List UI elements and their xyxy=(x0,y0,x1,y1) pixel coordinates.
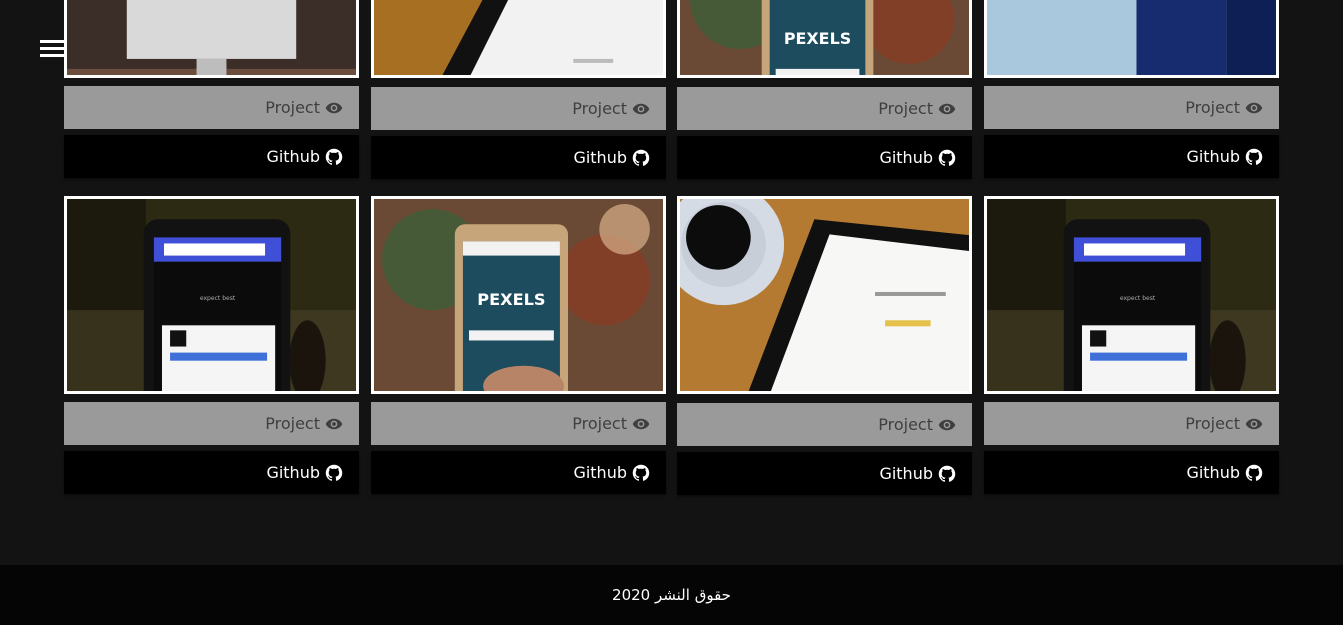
project-label: Project xyxy=(572,414,627,433)
project-thumbnail xyxy=(984,0,1279,78)
github-label: Github xyxy=(266,147,320,166)
project-label: Project xyxy=(1185,414,1240,433)
project-thumbnail xyxy=(64,0,359,78)
project-thumbnail xyxy=(371,196,666,394)
eye-icon xyxy=(632,100,650,118)
github-link-button[interactable]: Github xyxy=(64,135,359,178)
github-label: Github xyxy=(1186,463,1240,482)
menu-toggle-button[interactable] xyxy=(40,40,66,60)
github-icon xyxy=(325,148,343,166)
project-link-button[interactable]: Project xyxy=(677,403,972,446)
project-label: Project xyxy=(878,99,933,118)
project-thumbnail xyxy=(371,0,666,78)
project-thumbnail xyxy=(64,196,359,394)
project-label: Project xyxy=(878,415,933,434)
hamburger-icon-bar xyxy=(40,47,66,50)
github-label: Github xyxy=(879,464,933,483)
eye-icon xyxy=(1245,99,1263,117)
project-link-button[interactable]: Project xyxy=(984,402,1279,445)
project-label: Project xyxy=(265,98,320,117)
eye-icon xyxy=(325,99,343,117)
github-icon xyxy=(632,464,650,482)
project-link-button[interactable]: Project xyxy=(371,87,666,130)
github-link-button[interactable]: Github xyxy=(677,136,972,179)
github-link-button[interactable]: Github xyxy=(371,451,666,494)
github-icon xyxy=(325,464,343,482)
eye-icon xyxy=(325,415,343,433)
copyright-text: حقوق النشر 2020 xyxy=(612,586,731,604)
project-label: Project xyxy=(265,414,320,433)
project-thumbnail xyxy=(677,0,972,78)
github-link-button[interactable]: Github xyxy=(371,136,666,179)
eye-icon xyxy=(632,415,650,433)
github-link-button[interactable]: Github xyxy=(64,451,359,494)
project-link-button[interactable]: Project xyxy=(984,86,1279,129)
github-link-button[interactable]: Github xyxy=(677,452,972,495)
eye-icon xyxy=(1245,415,1263,433)
github-label: Github xyxy=(573,148,627,167)
project-label: Project xyxy=(572,99,627,118)
project-link-button[interactable]: Project xyxy=(64,86,359,129)
eye-icon xyxy=(938,100,956,118)
eye-icon xyxy=(938,416,956,434)
project-link-button[interactable]: Project xyxy=(677,87,972,130)
github-label: Github xyxy=(879,148,933,167)
github-icon xyxy=(938,465,956,483)
project-thumbnail xyxy=(677,196,972,394)
project-link-button[interactable]: Project xyxy=(371,402,666,445)
project-link-button[interactable]: Project xyxy=(64,402,359,445)
github-label: Github xyxy=(266,463,320,482)
github-link-button[interactable]: Github xyxy=(984,135,1279,178)
project-thumbnail xyxy=(984,196,1279,394)
hamburger-icon-bar xyxy=(40,54,66,57)
github-icon xyxy=(938,149,956,167)
footer: حقوق النشر 2020 xyxy=(0,565,1343,625)
github-label: Github xyxy=(1186,147,1240,166)
github-icon xyxy=(1245,464,1263,482)
project-label: Project xyxy=(1185,98,1240,117)
github-label: Github xyxy=(573,463,627,482)
github-icon xyxy=(632,149,650,167)
hamburger-icon-bar xyxy=(40,40,66,43)
github-icon xyxy=(1245,148,1263,166)
github-link-button[interactable]: Github xyxy=(984,451,1279,494)
